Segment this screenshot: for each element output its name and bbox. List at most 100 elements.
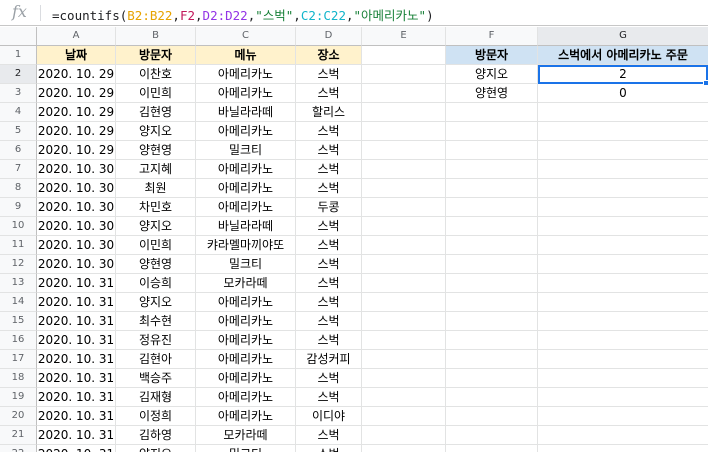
cell-place[interactable]: 스벅	[296, 141, 362, 160]
cell-menu[interactable]: 바닐라라떼	[196, 217, 296, 236]
cell-menu[interactable]: 아메리카노	[196, 293, 296, 312]
cell-menu[interactable]: 캬라멜마끼야또	[196, 236, 296, 255]
cell-summary-count[interactable]: 0	[538, 84, 708, 103]
cell-date[interactable]: 2020. 10. 31	[37, 407, 116, 426]
selected-cell-g2[interactable]: 2	[538, 65, 708, 84]
cell-summary-visitor[interactable]	[446, 236, 538, 255]
cell-summary-visitor[interactable]	[446, 198, 538, 217]
cell-menu[interactable]: 아메리카노	[196, 407, 296, 426]
cell-date[interactable]: 2020. 10. 31	[37, 369, 116, 388]
cell-place[interactable]: 스벅	[296, 217, 362, 236]
cell-place[interactable]: 스벅	[296, 274, 362, 293]
cell-menu[interactable]: 아메리카노	[196, 350, 296, 369]
cell-place[interactable]: 두콩	[296, 198, 362, 217]
cell-date[interactable]: 2020. 10. 30	[37, 217, 116, 236]
cell-summary-count[interactable]	[538, 179, 708, 198]
row-header[interactable]: 18	[0, 369, 37, 388]
cell-date[interactable]: 2020. 10. 30	[37, 179, 116, 198]
cell-menu[interactable]: 아메리카노	[196, 312, 296, 331]
cell-visitor[interactable]: 이민희	[116, 236, 196, 255]
cell-visitor[interactable]: 이정희	[116, 407, 196, 426]
cell-visitor[interactable]: 정유진	[116, 331, 196, 350]
cell-visitor[interactable]: 김현아	[116, 350, 196, 369]
row-header[interactable]: 21	[0, 426, 37, 445]
row-header[interactable]: 15	[0, 312, 37, 331]
cell-menu[interactable]: 아메리카노	[196, 122, 296, 141]
cell-date[interactable]: 2020. 10. 31	[37, 445, 116, 452]
cell-menu[interactable]: 아메리카노	[196, 65, 296, 84]
cell-summary-count[interactable]	[538, 426, 708, 445]
cell-summary-visitor[interactable]	[446, 293, 538, 312]
cell-summary-visitor[interactable]	[446, 312, 538, 331]
cell-date[interactable]: 2020. 10. 29	[37, 84, 116, 103]
empty-cell[interactable]	[362, 103, 446, 122]
cell-menu[interactable]: 아메리카노	[196, 179, 296, 198]
cell-menu[interactable]: 밀크티	[196, 255, 296, 274]
cell-menu[interactable]: 아메리카노	[196, 331, 296, 350]
row-header[interactable]: 7	[0, 160, 37, 179]
header-cell-summary-count[interactable]: 스벅에서 아메리카노 주문	[538, 46, 708, 65]
cell-menu[interactable]: 바닐라라떼	[196, 103, 296, 122]
cell-menu[interactable]: 밀크티	[196, 141, 296, 160]
cell-visitor[interactable]: 차민호	[116, 198, 196, 217]
empty-cell[interactable]	[362, 122, 446, 141]
cell-summary-visitor[interactable]	[446, 103, 538, 122]
cell-menu[interactable]: 아메리카노	[196, 198, 296, 217]
cell-visitor[interactable]: 백승주	[116, 369, 196, 388]
cell-summary-count[interactable]	[538, 331, 708, 350]
cell-visitor[interactable]: 양지오	[116, 217, 196, 236]
column-header-c[interactable]: C	[196, 27, 296, 46]
cell-summary-count[interactable]	[538, 255, 708, 274]
row-header[interactable]: 22	[0, 445, 37, 452]
cell-summary-count[interactable]	[538, 217, 708, 236]
cell-summary-visitor[interactable]	[446, 445, 538, 452]
cell-visitor[interactable]: 최수현	[116, 312, 196, 331]
cell-summary-visitor[interactable]	[446, 407, 538, 426]
row-header[interactable]: 20	[0, 407, 37, 426]
cell-visitor[interactable]: 김재형	[116, 388, 196, 407]
cell-summary-visitor[interactable]	[446, 122, 538, 141]
cell-visitor[interactable]: 양지오	[116, 122, 196, 141]
cell-visitor[interactable]: 양지오	[116, 293, 196, 312]
empty-cell[interactable]	[362, 217, 446, 236]
cell-date[interactable]: 2020. 10. 29	[37, 141, 116, 160]
formula-input[interactable]: =countifs(B2:B22,F2,D2:D22,"스벅",C2:C22,"…	[52, 5, 434, 24]
cell-date[interactable]: 2020. 10. 29	[37, 65, 116, 84]
header-cell-place[interactable]: 장소	[296, 46, 362, 65]
cell-date[interactable]: 2020. 10. 31	[37, 274, 116, 293]
cell-summary-count[interactable]	[538, 236, 708, 255]
cell-place[interactable]: 할리스	[296, 103, 362, 122]
cell-visitor[interactable]: 양지오	[116, 445, 196, 452]
empty-cell[interactable]	[362, 198, 446, 217]
column-header-d[interactable]: D	[296, 27, 362, 46]
cell-place[interactable]: 스벅	[296, 312, 362, 331]
cell-visitor[interactable]: 김현영	[116, 103, 196, 122]
cell-menu[interactable]: 아메리카노	[196, 160, 296, 179]
header-cell-visitor[interactable]: 방문자	[116, 46, 196, 65]
cell-date[interactable]: 2020. 10. 31	[37, 312, 116, 331]
header-cell-summary-visitor[interactable]: 방문자	[446, 46, 538, 65]
empty-cell[interactable]	[362, 141, 446, 160]
empty-cell[interactable]	[362, 388, 446, 407]
cell-summary-visitor[interactable]	[446, 274, 538, 293]
cell-summary-count[interactable]	[538, 122, 708, 141]
row-header[interactable]: 1	[0, 46, 37, 65]
empty-cell[interactable]	[362, 160, 446, 179]
row-header[interactable]: 10	[0, 217, 37, 236]
row-header[interactable]: 11	[0, 236, 37, 255]
cell-summary-count[interactable]	[538, 274, 708, 293]
cell-date[interactable]: 2020. 10. 31	[37, 331, 116, 350]
formula-bar[interactable]: fx =countifs(B2:B22,F2,D2:D22,"스벅",C2:C2…	[0, 0, 708, 26]
cell-summary-count[interactable]	[538, 445, 708, 452]
cell-summary-count[interactable]	[538, 369, 708, 388]
empty-cell[interactable]	[362, 274, 446, 293]
cell-place[interactable]: 감성커피	[296, 350, 362, 369]
header-cell-date[interactable]: 날짜	[37, 46, 116, 65]
select-all-corner[interactable]	[0, 27, 37, 46]
column-header-g[interactable]: G	[538, 27, 708, 46]
cell-place[interactable]: 이디야	[296, 407, 362, 426]
empty-cell[interactable]	[362, 179, 446, 198]
cell-visitor[interactable]: 김하영	[116, 426, 196, 445]
cell-visitor[interactable]: 이찬호	[116, 65, 196, 84]
cell-summary-count[interactable]	[538, 350, 708, 369]
